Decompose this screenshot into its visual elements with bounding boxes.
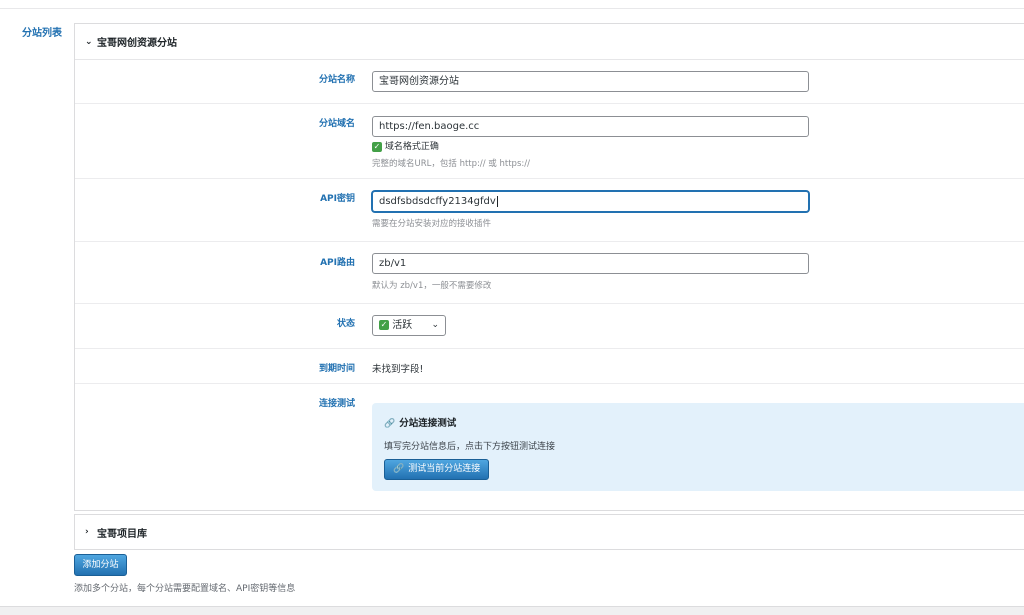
- site-domain-label: 分站域名: [318, 119, 355, 129]
- test-connection-button[interactable]: 🔗 测试当前分站连接: [384, 459, 490, 480]
- site-accordion: ⌄ 宝哥网创资源分站 分站名称 宝哥网创资源分站 分站域名 https://fe…: [74, 23, 1024, 511]
- site-accordion-header[interactable]: ⌄ 宝哥网创资源分站: [75, 24, 1024, 60]
- row-site-domain: 分站域名 https://fen.baoge.cc ✓ 域名格式正确 完整的域名…: [75, 104, 1024, 179]
- connection-test-title: 🔗 分站连接测试: [384, 415, 456, 429]
- row-connection-test: 连接测试 🔗 分站连接测试 填写完分站信息后，点击下方按钮测试连接 🔗 测试当前分站…: [75, 384, 1024, 510]
- row-api-route: API路由 zb/v1 默认为 zb/v1，一般不需要修改: [75, 242, 1024, 304]
- status-label: 状态: [336, 319, 355, 329]
- test-connection-button-label: 测试当前分站连接: [408, 464, 481, 474]
- api-key-hint: 需要在分站安装对应的接收插件: [372, 219, 492, 229]
- connection-test-title-text: 分站连接测试: [399, 418, 457, 429]
- project-library-title: 宝哥项目库: [97, 528, 147, 540]
- connection-test-label: 连接测试: [318, 399, 355, 409]
- site-domain-input[interactable]: https://fen.baoge.cc: [372, 116, 809, 137]
- chevron-right-icon: ›: [85, 527, 89, 537]
- expire-value: 未找到字段!: [372, 364, 424, 375]
- chevron-down-icon: ⌄: [85, 36, 93, 47]
- api-key-value: dsdfsbdsdcffy2134gfdv: [379, 196, 496, 207]
- project-library-accordion-header[interactable]: › 宝哥项目库: [74, 514, 1024, 550]
- checkbox-checked-icon: ✓: [379, 320, 389, 330]
- api-key-label: API密钥: [320, 194, 355, 204]
- domain-valid-text: 域名格式正确: [384, 142, 439, 152]
- site-name-label: 分站名称: [318, 75, 355, 85]
- site-list-label: 分站列表: [22, 28, 62, 39]
- domain-valid-indicator: ✓ 域名格式正确: [372, 139, 439, 152]
- site-accordion-title: 宝哥网创资源分站: [97, 38, 177, 49]
- row-expire: 到期时间 未找到字段!: [75, 349, 1024, 384]
- link-icon: 🔗: [393, 464, 405, 474]
- api-key-input[interactable]: dsdfsbdsdcffy2134gfdv: [372, 191, 809, 212]
- site-name-input[interactable]: 宝哥网创资源分站: [372, 71, 809, 92]
- connection-test-desc: 填写完分站信息后，点击下方按钮测试连接: [384, 442, 556, 452]
- status-select[interactable]: ✓ 活跃 ⌄: [372, 315, 446, 336]
- domain-hint: 完整的域名URL，包括 http:// 或 https://: [372, 159, 530, 169]
- api-route-label: API路由: [320, 258, 355, 268]
- row-status: 状态 ✓ 活跃 ⌄: [75, 304, 1024, 349]
- row-api-key: API密钥 dsdfsbdsdcffy2134gfdv 需要在分站安装对应的接收…: [75, 179, 1024, 242]
- footer-hint: 添加多个分站，每个分站需要配置域名、API密钥等信息: [74, 584, 296, 594]
- settings-panel: 分站列表 ⌄ 宝哥网创资源分站 分站名称 宝哥网创资源分站 分站域名 https…: [0, 0, 1024, 607]
- text-caret: [496, 195, 498, 207]
- status-value: 活跃: [392, 320, 413, 331]
- checkbox-checked-icon: ✓: [372, 141, 382, 152]
- api-route-hint: 默认为 zb/v1，一般不需要修改: [372, 281, 492, 291]
- expire-label: 到期时间: [318, 364, 355, 374]
- top-strip: [0, 0, 1024, 9]
- add-site-button[interactable]: 添加分站: [74, 554, 127, 576]
- row-site-name: 分站名称 宝哥网创资源分站: [75, 60, 1024, 104]
- connection-test-box: 🔗 分站连接测试 填写完分站信息后，点击下方按钮测试连接 🔗 测试当前分站连接: [372, 403, 1024, 491]
- link-icon: 🔗: [384, 419, 396, 429]
- chevron-down-icon: ⌄: [431, 320, 439, 330]
- api-route-input[interactable]: zb/v1: [372, 253, 809, 274]
